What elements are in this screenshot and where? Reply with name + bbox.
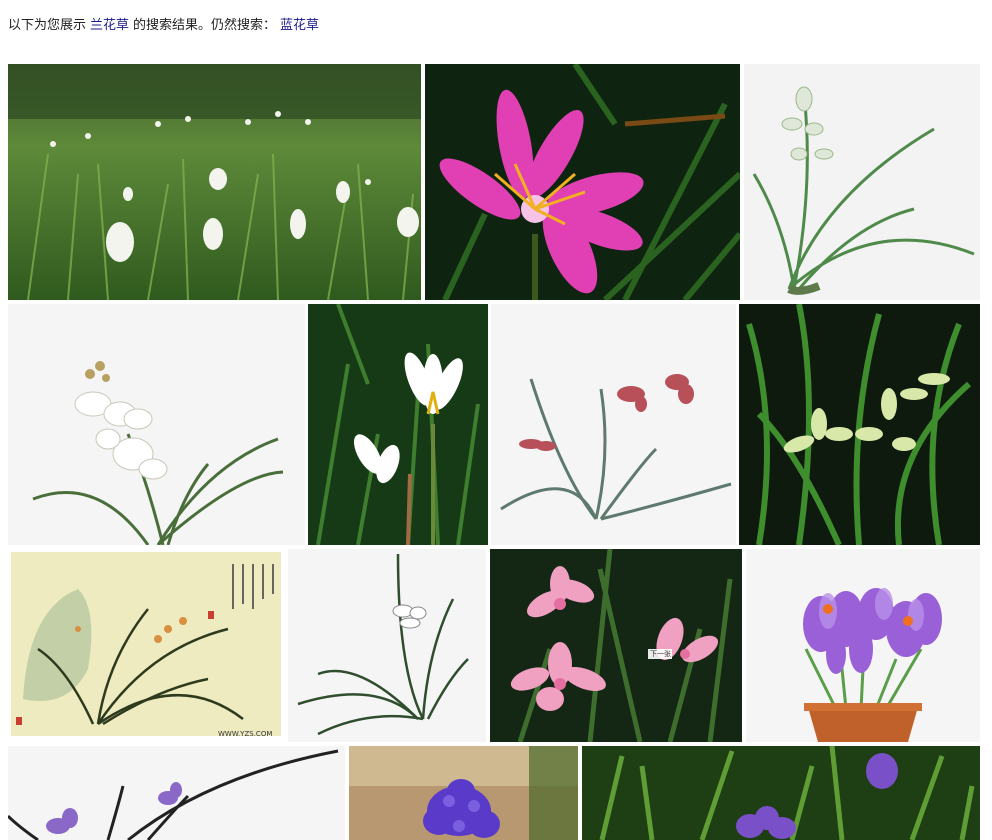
image-result-potted-crocus[interactable]	[746, 549, 980, 742]
watermark-label: WWW.YZS.COM	[218, 730, 273, 738]
white-rain-lily-picture	[308, 304, 488, 545]
image-result-orchid-line-drawing[interactable]	[288, 549, 486, 742]
image-result-hyacinth[interactable]	[349, 746, 578, 840]
image-result-orchid-ink-painting[interactable]	[744, 64, 980, 300]
white-orchid-sketch-picture	[8, 304, 305, 545]
image-result-violet-garden[interactable]	[582, 746, 980, 840]
white-lily-field-picture	[8, 64, 421, 300]
next-image-label[interactable]: 下一张	[650, 650, 671, 659]
image-result-pink-rain-lily[interactable]	[425, 64, 740, 300]
image-result-orchid-butterflies-painting[interactable]	[491, 304, 736, 545]
pink-lilies-picture	[490, 549, 742, 742]
image-results-grid: WWW.YZS.COM 下一张	[0, 0, 992, 840]
orchid-line-drawing-picture	[288, 549, 486, 742]
image-result-scroll-painting[interactable]: WWW.YZS.COM	[8, 549, 284, 742]
hyacinth-picture	[349, 746, 578, 840]
orchid-ink-painting-picture	[744, 64, 980, 300]
image-result-purple-orchid-painting[interactable]	[8, 746, 345, 840]
violet-garden-picture	[582, 746, 980, 840]
image-result-green-orchid[interactable]	[739, 304, 980, 545]
orchid-butterflies-painting-picture	[491, 304, 736, 545]
scroll-painting-picture	[8, 549, 284, 742]
potted-crocus-picture	[746, 549, 980, 742]
image-result-pink-lilies[interactable]: 下一张	[490, 549, 742, 742]
image-result-white-rain-lily[interactable]	[308, 304, 488, 545]
green-orchid-picture	[739, 304, 980, 545]
image-result-white-orchid-sketch[interactable]	[8, 304, 305, 545]
purple-orchid-painting-picture	[8, 746, 345, 840]
image-result-white-lily-field[interactable]	[8, 64, 421, 300]
pink-rain-lily-picture	[425, 64, 740, 300]
